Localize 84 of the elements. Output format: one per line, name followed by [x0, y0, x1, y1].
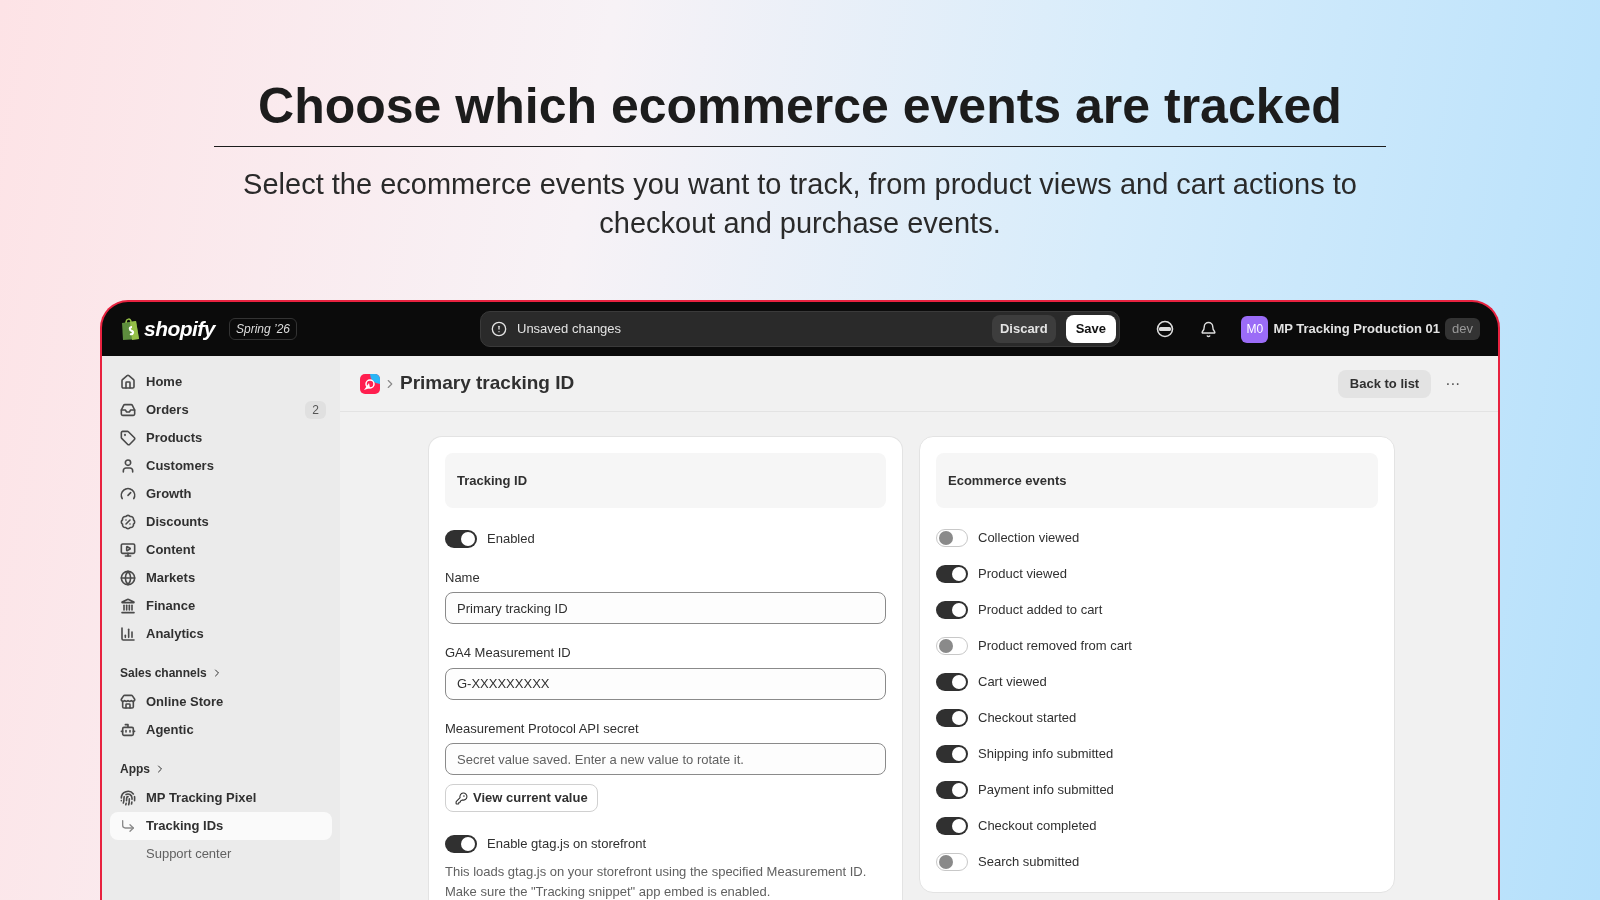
- person-icon: [120, 458, 136, 474]
- sidebar-item[interactable]: Discounts: [110, 508, 332, 536]
- field-label: GA4 Measurement ID: [445, 644, 572, 662]
- store-avatar: M0: [1241, 315, 1269, 343]
- sidebar-item[interactable]: Markets: [110, 564, 332, 592]
- store-name: MP Tracking Production 01: [1273, 320, 1441, 339]
- tree-connector-icon: [120, 818, 136, 834]
- shopping-bag-logo-icon: [120, 317, 140, 341]
- toggle-switch[interactable]: [936, 853, 968, 871]
- bar-chart-icon: [120, 626, 136, 642]
- text-field[interactable]: Primary tracking ID: [445, 592, 886, 624]
- globe-icon: [120, 570, 136, 586]
- unsaved-changes-text: Unsaved changes: [517, 320, 623, 339]
- event-label: Search submitted: [978, 853, 1080, 872]
- page-title: Primary tracking ID: [400, 371, 575, 396]
- home-icon: [120, 374, 136, 390]
- view-current-value-button[interactable]: View current value: [445, 784, 598, 812]
- toggle-label: Enable gtag.js on storefront: [487, 835, 646, 853]
- sidebar-item[interactable]: Orders 2: [110, 396, 332, 424]
- environment-badge: dev: [1445, 318, 1480, 340]
- app-logo-icon: [360, 373, 380, 394]
- toggle-switch[interactable]: [936, 565, 968, 583]
- event-label: Product viewed: [978, 565, 1067, 584]
- toggle-switch[interactable]: [936, 637, 968, 655]
- toggle-switch[interactable]: [936, 601, 968, 619]
- toggle-switch[interactable]: [445, 529, 477, 548]
- toggle-switch[interactable]: [936, 673, 968, 691]
- sidebar-item[interactable]: Finance: [110, 592, 332, 620]
- percent-badge-icon: [120, 514, 136, 530]
- field-label: Measurement Protocol API secret: [445, 719, 640, 738]
- event-label: Shipping info submitted: [978, 745, 1114, 764]
- key-icon: [455, 791, 468, 805]
- event-label: Cart viewed: [978, 673, 1047, 692]
- sidebar-item[interactable]: Customers: [110, 452, 332, 480]
- sidebar-item[interactable]: Tracking IDs: [110, 812, 332, 840]
- toggle-label: Enabled: [487, 530, 535, 548]
- toggle-switch[interactable]: [936, 781, 968, 799]
- sidebar-item[interactable]: Support center: [110, 840, 332, 868]
- brand-name: shopify: [144, 316, 215, 343]
- sidebar-item[interactable]: Products: [110, 424, 332, 452]
- sidebar-item[interactable]: Analytics: [110, 620, 332, 648]
- card-title: Tracking ID: [457, 471, 528, 490]
- event-label: Product added to cart: [978, 601, 1103, 620]
- sidebar-item[interactable]: Home: [110, 368, 332, 396]
- text-field[interactable]: Secret value saved. Enter a new value to rotate it.: [445, 743, 886, 775]
- tag-icon: [120, 430, 136, 446]
- headline: Choose which ecommerce events are tracked: [214, 76, 1386, 147]
- more-actions-button[interactable]: ···: [1445, 371, 1460, 396]
- event-label: Product removed from cart: [978, 637, 1132, 656]
- sidebar-item[interactable]: MP Tracking Pixel: [110, 784, 332, 812]
- event-label: Checkout completed: [978, 817, 1097, 836]
- event-label: Collection viewed: [978, 529, 1080, 548]
- section-heading[interactable]: Apps: [110, 760, 332, 778]
- sidebar-item[interactable]: Agentic: [110, 716, 332, 744]
- sidebar-item[interactable]: Online Store: [110, 688, 332, 716]
- discard-button[interactable]: Discard: [991, 315, 1056, 343]
- edition-badge: Spring ’26: [229, 318, 298, 340]
- save-button[interactable]: Save: [1065, 315, 1116, 343]
- gauge-icon: [120, 486, 136, 502]
- store-icon: [120, 694, 136, 710]
- inbox-icon: [120, 402, 136, 418]
- subtitle: Select the ecommerce events you want to track, from product views and cart actions to checkout and purchase events.: [242, 167, 1358, 241]
- sidebar-item[interactable]: Content: [110, 536, 332, 564]
- help-text: This loads gtag.js on your storefront using the specified Measurement ID. Make sure the "Tracking snippet" app embed is enabled.: [445, 862, 868, 900]
- text-field[interactable]: G-XXXXXXXXX: [445, 667, 886, 700]
- alert-icon: [491, 321, 507, 337]
- sidebar-item[interactable]: Growth: [110, 480, 332, 508]
- count-badge: 2: [305, 401, 326, 419]
- event-label: Checkout started: [978, 709, 1077, 728]
- toggle-switch[interactable]: [445, 834, 477, 853]
- toggle-switch[interactable]: [936, 817, 968, 835]
- fingerprint-app-icon: [120, 790, 136, 806]
- toggle-switch[interactable]: [936, 529, 968, 547]
- field-label: Name: [445, 568, 481, 587]
- card-title: Ecommerce events: [948, 471, 1067, 490]
- bank-icon: [120, 598, 136, 614]
- section-heading[interactable]: Sales channels: [110, 664, 332, 682]
- toggle-switch[interactable]: [936, 709, 968, 727]
- toggle-switch[interactable]: [936, 745, 968, 763]
- bell-icon[interactable]: [1200, 320, 1218, 338]
- monitor-icon: [120, 542, 136, 558]
- back-to-list-button[interactable]: Back to list: [1337, 369, 1432, 398]
- robot-icon: [120, 722, 136, 738]
- event-label: Payment info submitted: [978, 781, 1114, 800]
